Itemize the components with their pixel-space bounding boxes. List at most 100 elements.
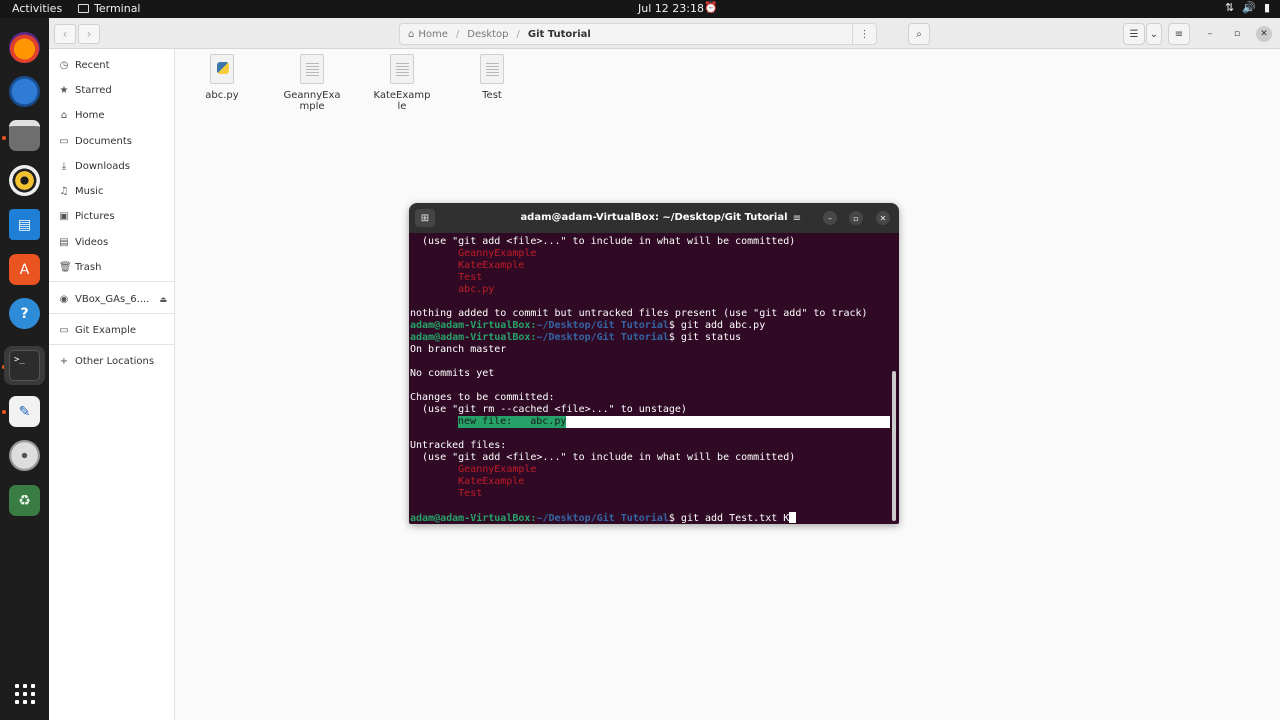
sidebar-item-git-example[interactable]: ▭ Git Example xyxy=(59,320,169,340)
music-icon: ♫ xyxy=(59,185,69,197)
untracked-file: Test xyxy=(410,272,483,283)
terminal-line: nothing added to commit but untracked fi… xyxy=(410,308,868,319)
staged-file: new file: abc.py xyxy=(458,416,567,427)
text-cursor xyxy=(789,512,797,523)
software-icon[interactable]: A xyxy=(9,254,40,285)
hamburger-icon: ≡ xyxy=(1174,28,1184,40)
file-kateexample[interactable]: KateExamp le xyxy=(372,54,432,112)
files-icon[interactable] xyxy=(9,120,40,151)
text-editor-icon[interactable]: ✎ xyxy=(9,396,40,427)
untracked-file: Test xyxy=(410,488,483,499)
sidebar-divider xyxy=(49,313,175,314)
rhythmbox-icon[interactable] xyxy=(9,165,40,196)
untracked-file: GeannyExample xyxy=(410,464,537,475)
file-abc-py[interactable]: abc.py xyxy=(192,54,252,101)
app-menu[interactable]: Terminal xyxy=(78,2,141,15)
menu-button[interactable]: ≡ xyxy=(1168,23,1190,45)
chevron-down-icon: ⌄ xyxy=(1149,28,1159,40)
path-home[interactable]: ⌂ Home xyxy=(400,29,456,40)
sidebar-item-starred[interactable]: ★ Starred xyxy=(59,80,169,100)
untracked-file: KateExample xyxy=(410,260,525,271)
sidebar-item-home[interactable]: ⌂ Home xyxy=(59,105,169,125)
terminal-line: (use "git add <file>..." to include in w… xyxy=(410,236,796,247)
maximize-button[interactable]: ▫ xyxy=(1229,26,1245,42)
terminal-search-button[interactable]: ⌕ xyxy=(760,209,780,227)
terminal-maximize-button[interactable]: ▫ xyxy=(849,211,863,225)
path-current[interactable]: Git Tutorial xyxy=(520,29,599,40)
app-name: Terminal xyxy=(94,2,141,15)
sidebar-item-trash[interactable]: 🗑 Trash xyxy=(59,257,169,277)
terminal-minimize-button[interactable]: – xyxy=(823,211,837,225)
recycle-bin-icon[interactable]: ♻ xyxy=(9,485,40,516)
search-icon: ⌕ xyxy=(916,28,922,40)
terminal-close-button[interactable]: ✕ xyxy=(876,211,890,225)
sidebar-item-music[interactable]: ♫ Music xyxy=(59,181,169,201)
activities-button[interactable]: Activities xyxy=(12,2,62,15)
thunderbird-icon[interactable] xyxy=(9,76,40,107)
disc-icon[interactable] xyxy=(9,440,40,471)
sidebar-item-pictures[interactable]: ▣ Pictures xyxy=(59,206,169,226)
dock: ▤ A ? >_ ✎ ♻ xyxy=(0,18,49,720)
files-headerbar: ‹ › ⌂ Home / Desktop / Git Tutorial ⋮ ⌕ … xyxy=(49,18,1280,49)
firefox-icon[interactable] xyxy=(9,32,40,63)
terminal-line: No commits yet xyxy=(410,368,495,379)
terminal-line: On branch master xyxy=(410,344,507,355)
home-icon: ⌂ xyxy=(60,109,68,121)
sidebar-item-other-locations[interactable]: + Other Locations xyxy=(59,351,169,371)
prompt-line[interactable]: adam@adam-VirtualBox:~/Desktop/Git Tutor… xyxy=(410,512,797,524)
prompt-line: adam@adam-VirtualBox:~/Desktop/Git Tutor… xyxy=(410,332,742,343)
text-file-icon xyxy=(390,54,414,84)
text-file-icon xyxy=(480,54,504,84)
python-file-icon xyxy=(210,54,234,84)
file-test[interactable]: Test xyxy=(462,54,522,101)
minimize-button[interactable]: – xyxy=(1202,26,1218,42)
forward-button[interactable]: › xyxy=(78,24,100,44)
search-button[interactable]: ⌕ xyxy=(908,23,930,45)
close-button[interactable]: ✕ xyxy=(1256,26,1272,42)
prompt-line: adam@adam-VirtualBox:~/Desktop/Git Tutor… xyxy=(410,320,766,331)
path-bar[interactable]: ⌂ Home / Desktop / Git Tutorial ⋮ xyxy=(399,23,877,45)
video-icon: ▤ xyxy=(59,236,69,248)
volume-icon: 🔊 xyxy=(1242,1,1256,14)
view-options-button[interactable]: ⌄ xyxy=(1146,23,1162,45)
path-desktop[interactable]: Desktop xyxy=(459,29,516,40)
files-sidebar: ◷ Recent ★ Starred ⌂ Home ▭ Documents ⤓ Downl… xyxy=(49,49,175,720)
download-icon: ⤓ xyxy=(61,160,67,172)
untracked-file: abc.py xyxy=(410,284,495,295)
terminal-line: Untracked files: xyxy=(410,440,507,451)
running-indicator xyxy=(2,136,6,140)
sidebar-item-recent[interactable]: ◷ Recent xyxy=(59,55,169,75)
list-icon: ☰ xyxy=(1129,28,1139,40)
terminal-headerbar[interactable]: ⊞ adam@adam-VirtualBox: ~/Desktop/Git Tu… xyxy=(409,203,899,233)
sidebar-item-downloads[interactable]: ⤓ Downloads xyxy=(59,156,169,176)
disc-icon: ◉ xyxy=(59,293,69,305)
sidebar-item-documents[interactable]: ▭ Documents xyxy=(59,131,169,151)
sidebar-item-videos[interactable]: ▤ Videos xyxy=(59,232,169,252)
top-bar: Activities Terminal Jul 12 23:18 ⏰ ⇅ 🔊 ▮ xyxy=(0,0,1280,18)
file-name: abc.py xyxy=(205,90,239,101)
back-button[interactable]: ‹ xyxy=(54,24,76,44)
file-geannyexample[interactable]: GeannyExa mple xyxy=(282,54,342,112)
eject-icon[interactable]: ⏏ xyxy=(159,295,167,304)
view-list-button[interactable]: ☰ xyxy=(1123,23,1145,45)
terminal-window[interactable]: ⊞ adam@adam-VirtualBox: ~/Desktop/Git Tu… xyxy=(409,203,899,524)
terminal-menu-button[interactable]: ≡ xyxy=(787,209,807,227)
document-icon: ▭ xyxy=(59,135,69,147)
terminal-scrollbar[interactable] xyxy=(892,371,896,521)
battery-icon: ▮ xyxy=(1263,1,1270,14)
file-name: Test xyxy=(482,90,502,101)
terminal-output[interactable]: (use "git add <file>..." to include in w… xyxy=(409,233,899,524)
system-tray[interactable]: ⇅ 🔊 ▮ xyxy=(1225,1,1270,14)
hamburger-icon: ≡ xyxy=(792,212,802,224)
terminal-dock-bg[interactable]: >_ xyxy=(4,346,45,385)
untracked-file: KateExample xyxy=(410,476,525,487)
show-apps-icon[interactable] xyxy=(15,684,35,704)
terminal-line: Changes to be committed: xyxy=(410,392,555,403)
file-name: GeannyExa mple xyxy=(283,90,341,112)
path-menu-button[interactable]: ⋮ xyxy=(852,24,876,44)
help-icon[interactable]: ? xyxy=(9,298,40,329)
sidebar-item-vbox[interactable]: ◉ VBox_GAs_6.... ⏏ xyxy=(59,289,169,309)
clock[interactable]: Jul 12 23:18 xyxy=(638,2,704,15)
writer-icon[interactable]: ▤ xyxy=(9,209,40,240)
home-icon: ⌂ xyxy=(408,28,415,40)
